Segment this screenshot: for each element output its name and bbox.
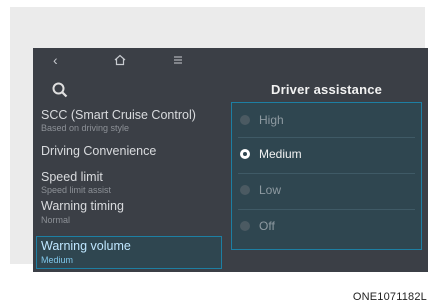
menu-item-label: Warning timing <box>41 199 124 213</box>
menu-item-label: Speed limit <box>41 170 103 184</box>
radio-button[interactable] <box>240 115 250 125</box>
radio-button-checked[interactable] <box>240 149 250 159</box>
menu-item-label: Warning volume <box>41 239 131 253</box>
menu-item-sublabel: Based on driving style <box>41 123 130 133</box>
option-low[interactable]: Low <box>232 175 421 207</box>
option-medium[interactable]: Medium <box>232 139 421 171</box>
divider <box>238 209 415 210</box>
menu-icon[interactable] <box>171 53 185 67</box>
home-icon[interactable] <box>113 53 127 67</box>
menu-item-label: SCC (Smart Cruise Control) <box>41 108 196 122</box>
menu-item-warning-volume[interactable]: Warning volume Medium <box>36 236 222 269</box>
search-icon[interactable] <box>51 81 69 99</box>
page-title: Driver assistance <box>271 82 383 97</box>
menu-item-warning-timing[interactable]: Warning timing Normal <box>33 197 255 229</box>
warning-volume-options: High Medium Low Off <box>231 102 422 250</box>
option-label: Medium <box>259 147 302 161</box>
figure-code: ONE1071182L <box>352 291 427 303</box>
option-label: Low <box>259 183 282 197</box>
option-off[interactable]: Off <box>232 211 421 243</box>
option-label: High <box>259 113 284 127</box>
option-label: Off <box>259 219 275 233</box>
menu-item-sublabel: Speed limit assist <box>41 185 112 195</box>
menu-item-sublabel: Medium <box>41 255 74 265</box>
menu-item-driving-convenience[interactable]: Driving Convenience <box>33 140 255 164</box>
menu-item-sublabel: Normal <box>41 215 71 225</box>
radio-button[interactable] <box>240 185 250 195</box>
top-bar: ‹ <box>33 48 428 74</box>
infotainment-screen: ‹ Driver assistance SCC (Smart Cruise Co… <box>33 48 428 272</box>
option-high[interactable]: High <box>232 105 421 137</box>
menu-item-label: Driving Convenience <box>41 144 157 158</box>
menu-item-scc[interactable]: SCC (Smart Cruise Control) Based on driv… <box>33 104 255 136</box>
divider <box>238 137 415 138</box>
chevron-left-icon[interactable]: ‹ <box>53 53 67 67</box>
menu-item-speed-limit[interactable]: Speed limit Speed limit assist <box>33 166 255 198</box>
radio-button[interactable] <box>240 221 250 231</box>
divider <box>238 173 415 174</box>
